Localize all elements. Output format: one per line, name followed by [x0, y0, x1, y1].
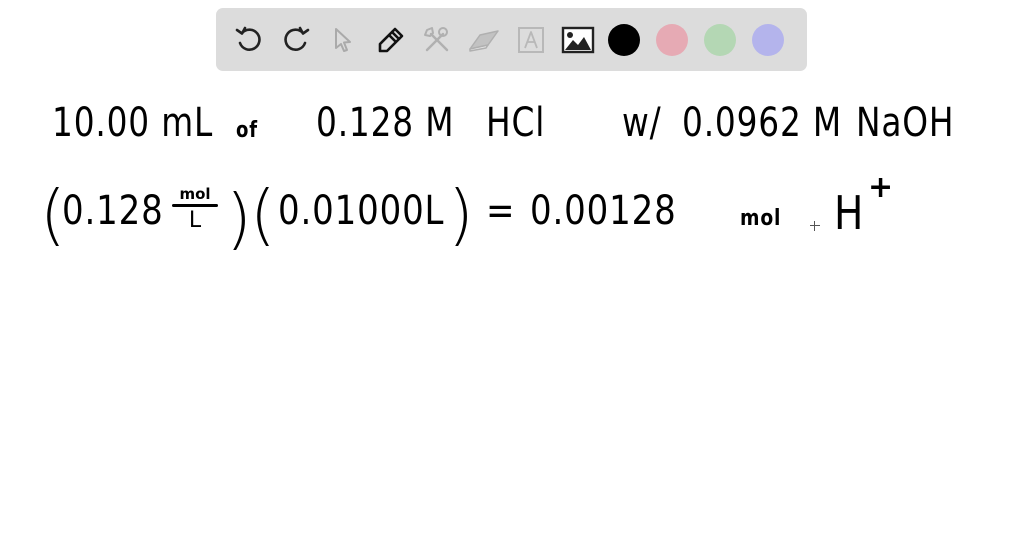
undo-button[interactable] — [230, 21, 268, 59]
redo-button[interactable] — [277, 21, 315, 59]
pen-button[interactable] — [371, 21, 409, 59]
acid-concentration: 0.128 M — [316, 100, 455, 146]
molarity-value: 0.128 — [62, 188, 164, 234]
volume-liters: 0.01000L — [278, 188, 445, 234]
redo-icon — [284, 26, 310, 51]
color-swatch-black[interactable] — [608, 23, 640, 56]
eraser-icon — [469, 29, 499, 52]
with-word: w/ — [622, 100, 662, 146]
unit-denominator: L — [188, 208, 202, 233]
given-volume: 10.00 mL — [52, 100, 214, 146]
open-paren-2: ( — [250, 176, 276, 253]
of-word: of — [236, 118, 258, 143]
fraction-bar — [172, 204, 218, 207]
acid-formula: HCl — [486, 100, 546, 146]
color-swatch-green[interactable] — [704, 23, 736, 56]
color-swatch-lavender[interactable] — [752, 23, 784, 56]
moles-unit: mol — [740, 206, 782, 231]
drawing-toolbar — [216, 8, 807, 71]
open-paren-1: ( — [40, 176, 66, 253]
base-formula: NaOH — [856, 100, 955, 146]
select-button[interactable] — [324, 21, 362, 59]
text-box-icon — [518, 26, 544, 53]
pointer-icon — [335, 27, 351, 52]
eraser-button[interactable] — [465, 21, 503, 59]
species-symbol: H — [834, 186, 865, 240]
handwritten-work: 10.00 mL of 0.128 M HCl w/ 0.0962 M NaOH… — [0, 0, 1024, 538]
text-button[interactable] — [512, 21, 550, 59]
undo-icon — [235, 26, 261, 51]
color-swatch-pink[interactable] — [656, 23, 688, 56]
crosshair-cursor — [810, 221, 820, 231]
tools-button[interactable] — [418, 21, 456, 59]
close-paren-1: ) — [226, 180, 252, 257]
species-charge: + — [868, 170, 894, 205]
moles-result: 0.00128 — [530, 188, 677, 234]
base-concentration: 0.0962 M — [682, 100, 843, 146]
equals-sign: = — [486, 188, 516, 234]
image-icon — [561, 26, 595, 53]
close-paren-2: ) — [448, 176, 474, 253]
unit-numerator: mol — [179, 185, 211, 203]
pencil-icon — [378, 27, 404, 52]
image-button[interactable] — [559, 21, 597, 59]
tools-icon — [424, 26, 449, 51]
unit-fraction: mol L — [172, 186, 218, 232]
whiteboard-canvas[interactable]: 10.00 mL of 0.128 M HCl w/ 0.0962 M NaOH… — [0, 0, 1024, 538]
